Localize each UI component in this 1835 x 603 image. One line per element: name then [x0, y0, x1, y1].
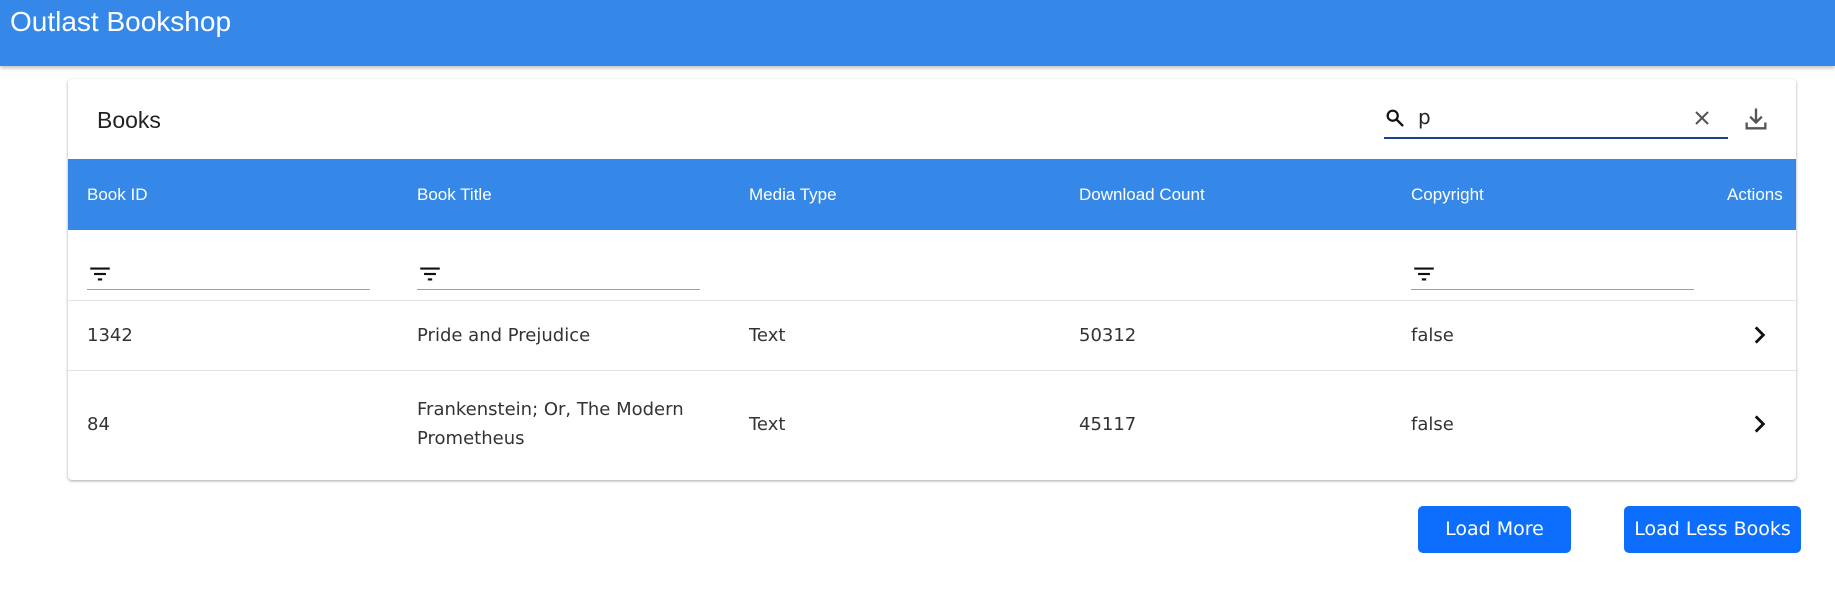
books-table: Books Book ID Book Title Media Type Down…	[68, 79, 1796, 480]
column-header-download-count[interactable]: Download Count	[1079, 159, 1205, 230]
cell-download-count: 50312	[1079, 325, 1137, 346]
app-title: Outlast Bookshop	[10, 6, 232, 37]
filter-book-id-input[interactable]	[127, 261, 357, 285]
load-less-books-button[interactable]: Load Less Books	[1624, 506, 1801, 553]
filter-icon	[420, 267, 440, 281]
close-icon[interactable]	[1690, 106, 1714, 130]
filter-row	[68, 230, 1796, 301]
filter-book-title[interactable]	[417, 259, 700, 290]
cell-media-type: Text	[749, 414, 786, 435]
cell-book-title: Frankenstein; Or, The Modern Prometheus	[417, 399, 684, 449]
table-row[interactable]: 1342 Pride and Prejudice Text 50312 fals…	[68, 301, 1796, 371]
column-header-book-title[interactable]: Book Title	[417, 159, 492, 230]
table-row[interactable]: 84 Frankenstein; Or, The Modern Promethe…	[68, 371, 1796, 479]
filter-book-id[interactable]	[87, 259, 370, 290]
cell-copyright: false	[1411, 325, 1454, 346]
search-field[interactable]	[1384, 99, 1728, 139]
chevron-right-icon[interactable]	[1746, 322, 1772, 348]
filter-book-title-input[interactable]	[457, 261, 687, 285]
chevron-right-icon[interactable]	[1746, 411, 1772, 437]
filter-icon	[90, 267, 110, 281]
search-input[interactable]	[1418, 103, 1668, 131]
cell-book-title: Pride and Prejudice	[417, 325, 591, 346]
table-title: Books	[97, 107, 161, 133]
table-toolbar: Books	[68, 79, 1796, 159]
table-header-row: Book ID Book Title Media Type Download C…	[68, 159, 1796, 230]
load-more-books-button[interactable]: Load More Books	[1418, 506, 1571, 587]
column-header-actions: Actions	[1727, 185, 1783, 204]
cell-book-id: 1342	[87, 325, 133, 346]
column-header-media-type[interactable]: Media Type	[749, 159, 837, 230]
column-header-book-id[interactable]: Book ID	[87, 159, 147, 230]
cell-copyright: false	[1411, 414, 1454, 435]
download-icon[interactable]	[1742, 105, 1770, 133]
cell-media-type: Text	[749, 325, 786, 346]
filter-icon	[1414, 267, 1434, 281]
filter-copyright[interactable]	[1411, 259, 1694, 290]
column-header-copyright[interactable]: Copyright	[1411, 159, 1484, 230]
app-bar: Outlast Bookshop	[0, 0, 1835, 66]
search-icon	[1386, 109, 1404, 127]
cell-download-count: 45117	[1079, 414, 1137, 435]
filter-copyright-input[interactable]	[1451, 261, 1681, 285]
cell-book-id: 84	[87, 414, 110, 435]
